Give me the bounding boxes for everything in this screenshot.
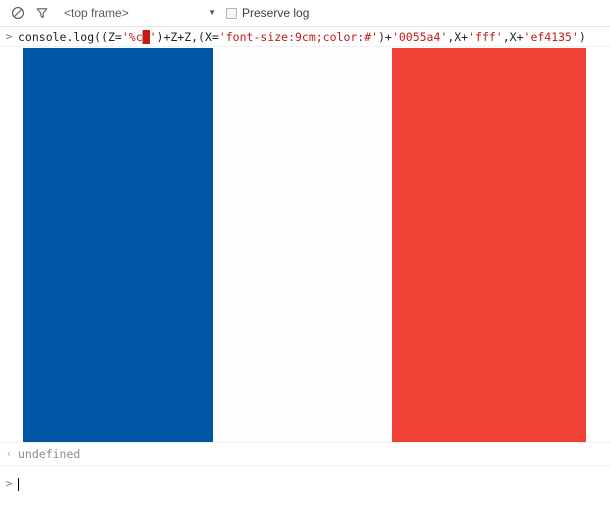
cmd-string-1-close: ' <box>149 30 157 44</box>
console-input[interactable] <box>18 476 610 492</box>
chevron-down-icon: ▼ <box>208 8 216 17</box>
preserve-log-checkbox[interactable] <box>226 7 237 19</box>
console-command-line[interactable]: > console.log((Z='%c█')+Z+Z,(X='font-siz… <box>0 27 610 47</box>
cmd-part-6: ) <box>578 30 586 44</box>
french-flag-blocks <box>23 48 586 447</box>
blue-band <box>23 48 213 447</box>
console-result-line: ‹ undefined <box>0 442 610 466</box>
frame-selector-value: <top frame> <box>64 6 129 20</box>
console-toolbar: <top frame> ▼ Preserve log <box>0 0 610 27</box>
command-prompt-arrow-icon: > <box>5 30 13 43</box>
filter-funnel-icon[interactable] <box>30 2 54 24</box>
cmd-block-glyph: █ <box>142 30 150 44</box>
frame-selector-dropdown[interactable]: <top frame> ▼ <box>64 2 216 24</box>
result-value: undefined <box>18 447 81 461</box>
cmd-part-5: ,X+ <box>502 30 524 44</box>
red-band <box>392 48 586 447</box>
cmd-string-4: 'fff' <box>468 30 503 44</box>
preserve-log-label: Preserve log <box>242 6 310 20</box>
cmd-part-1: console.log((Z= <box>18 30 122 44</box>
console-styled-output <box>0 47 610 447</box>
text-cursor <box>18 477 19 491</box>
console-message-list: > console.log((Z='%c█')+Z+Z,(X='font-siz… <box>0 27 610 506</box>
clear-console-icon[interactable] <box>6 2 30 24</box>
preserve-log-toggle[interactable]: Preserve log <box>226 6 309 20</box>
cmd-part-3: )+ <box>378 30 392 44</box>
devtools-console-panel: <top frame> ▼ Preserve log > console.log… <box>0 0 610 506</box>
cmd-string-5: 'ef4135' <box>523 30 579 44</box>
cmd-part-2: )+Z+Z,(X= <box>156 30 219 44</box>
console-prompt-line[interactable]: > <box>0 474 610 494</box>
command-source-text: console.log((Z='%c█')+Z+Z,(X='font-size:… <box>18 30 586 44</box>
cmd-string-1: '%c <box>121 30 143 44</box>
cmd-string-2: 'font-size:9cm;color:#' <box>218 30 379 44</box>
result-arrow-icon: ‹ <box>5 447 13 460</box>
cmd-string-3: '0055a4' <box>391 30 448 44</box>
cmd-part-4: ,X+ <box>447 30 469 44</box>
prompt-arrow-icon: > <box>5 477 13 490</box>
white-band <box>213 48 392 447</box>
